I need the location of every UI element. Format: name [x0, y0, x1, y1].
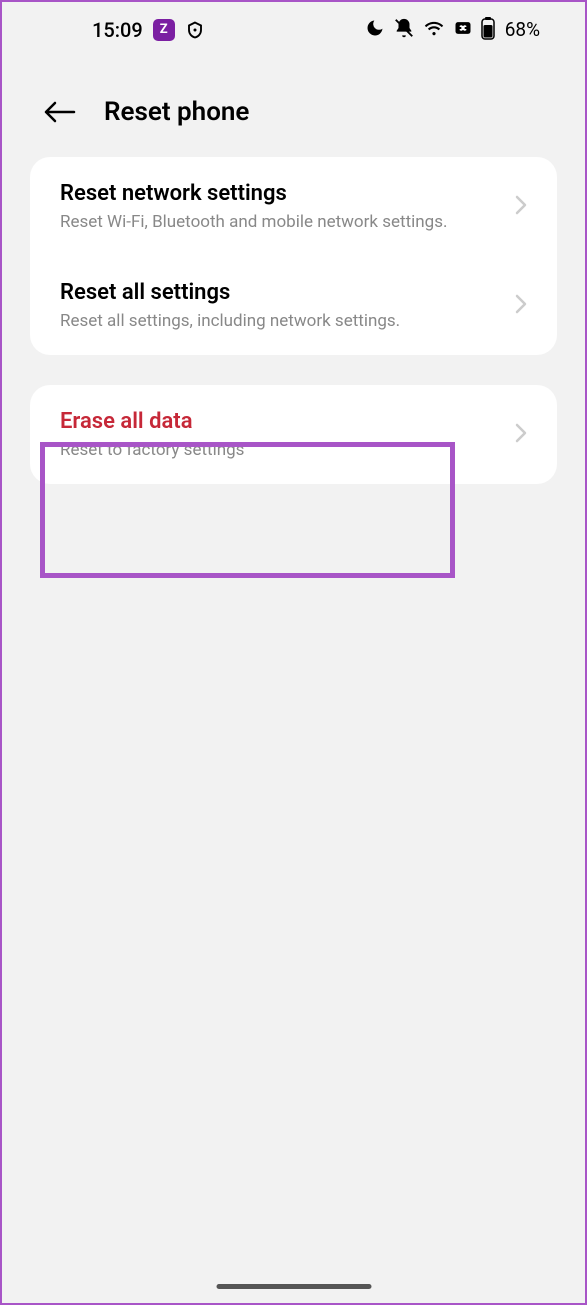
reset-network-settings-item[interactable]: Reset network settings Reset Wi-Fi, Blue…	[30, 157, 557, 256]
battery-percent: 68%	[505, 18, 540, 41]
list-item-subtitle: Reset all settings, including network se…	[60, 311, 500, 331]
moon-icon	[365, 18, 385, 42]
status-time: 15:09	[92, 18, 143, 42]
list-item-subtitle: Reset Wi-Fi, Bluetooth and mobile networ…	[60, 212, 500, 232]
list-item-content: Erase all data Reset to factory settings	[60, 409, 500, 460]
settings-card-2: Erase all data Reset to factory settings	[30, 385, 557, 484]
erase-all-data-item[interactable]: Erase all data Reset to factory settings	[30, 385, 557, 484]
page-title: Reset phone	[104, 97, 249, 127]
page-header: Reset phone	[2, 57, 585, 157]
shield-icon	[185, 20, 205, 40]
reset-all-settings-item[interactable]: Reset all settings Reset all settings, i…	[30, 256, 557, 355]
back-button[interactable]	[42, 100, 76, 124]
arrow-left-icon	[42, 100, 76, 124]
list-item-title: Reset all settings	[60, 280, 500, 305]
list-item-content: Reset all settings Reset all settings, i…	[60, 280, 500, 331]
status-left: 15:09 Z	[92, 18, 205, 42]
list-item-subtitle: Reset to factory settings	[60, 440, 500, 460]
list-item-title: Erase all data	[60, 409, 500, 434]
status-right: 68%	[365, 16, 540, 44]
list-item-title: Reset network settings	[60, 181, 500, 206]
list-item-content: Reset network settings Reset Wi-Fi, Blue…	[60, 181, 500, 232]
chevron-right-icon	[515, 195, 527, 219]
bell-muted-icon	[393, 17, 415, 43]
data-icon	[453, 18, 473, 42]
content-area: Reset network settings Reset Wi-Fi, Blue…	[2, 157, 585, 484]
status-bar: 15:09 Z	[2, 2, 585, 57]
wifi-icon	[423, 17, 445, 43]
gesture-bar[interactable]	[216, 1284, 371, 1289]
settings-card-1: Reset network settings Reset Wi-Fi, Blue…	[30, 157, 557, 355]
chevron-right-icon	[515, 294, 527, 318]
app-badge-z-icon: Z	[153, 19, 175, 41]
chevron-right-icon	[515, 423, 527, 447]
battery-icon	[481, 16, 495, 44]
